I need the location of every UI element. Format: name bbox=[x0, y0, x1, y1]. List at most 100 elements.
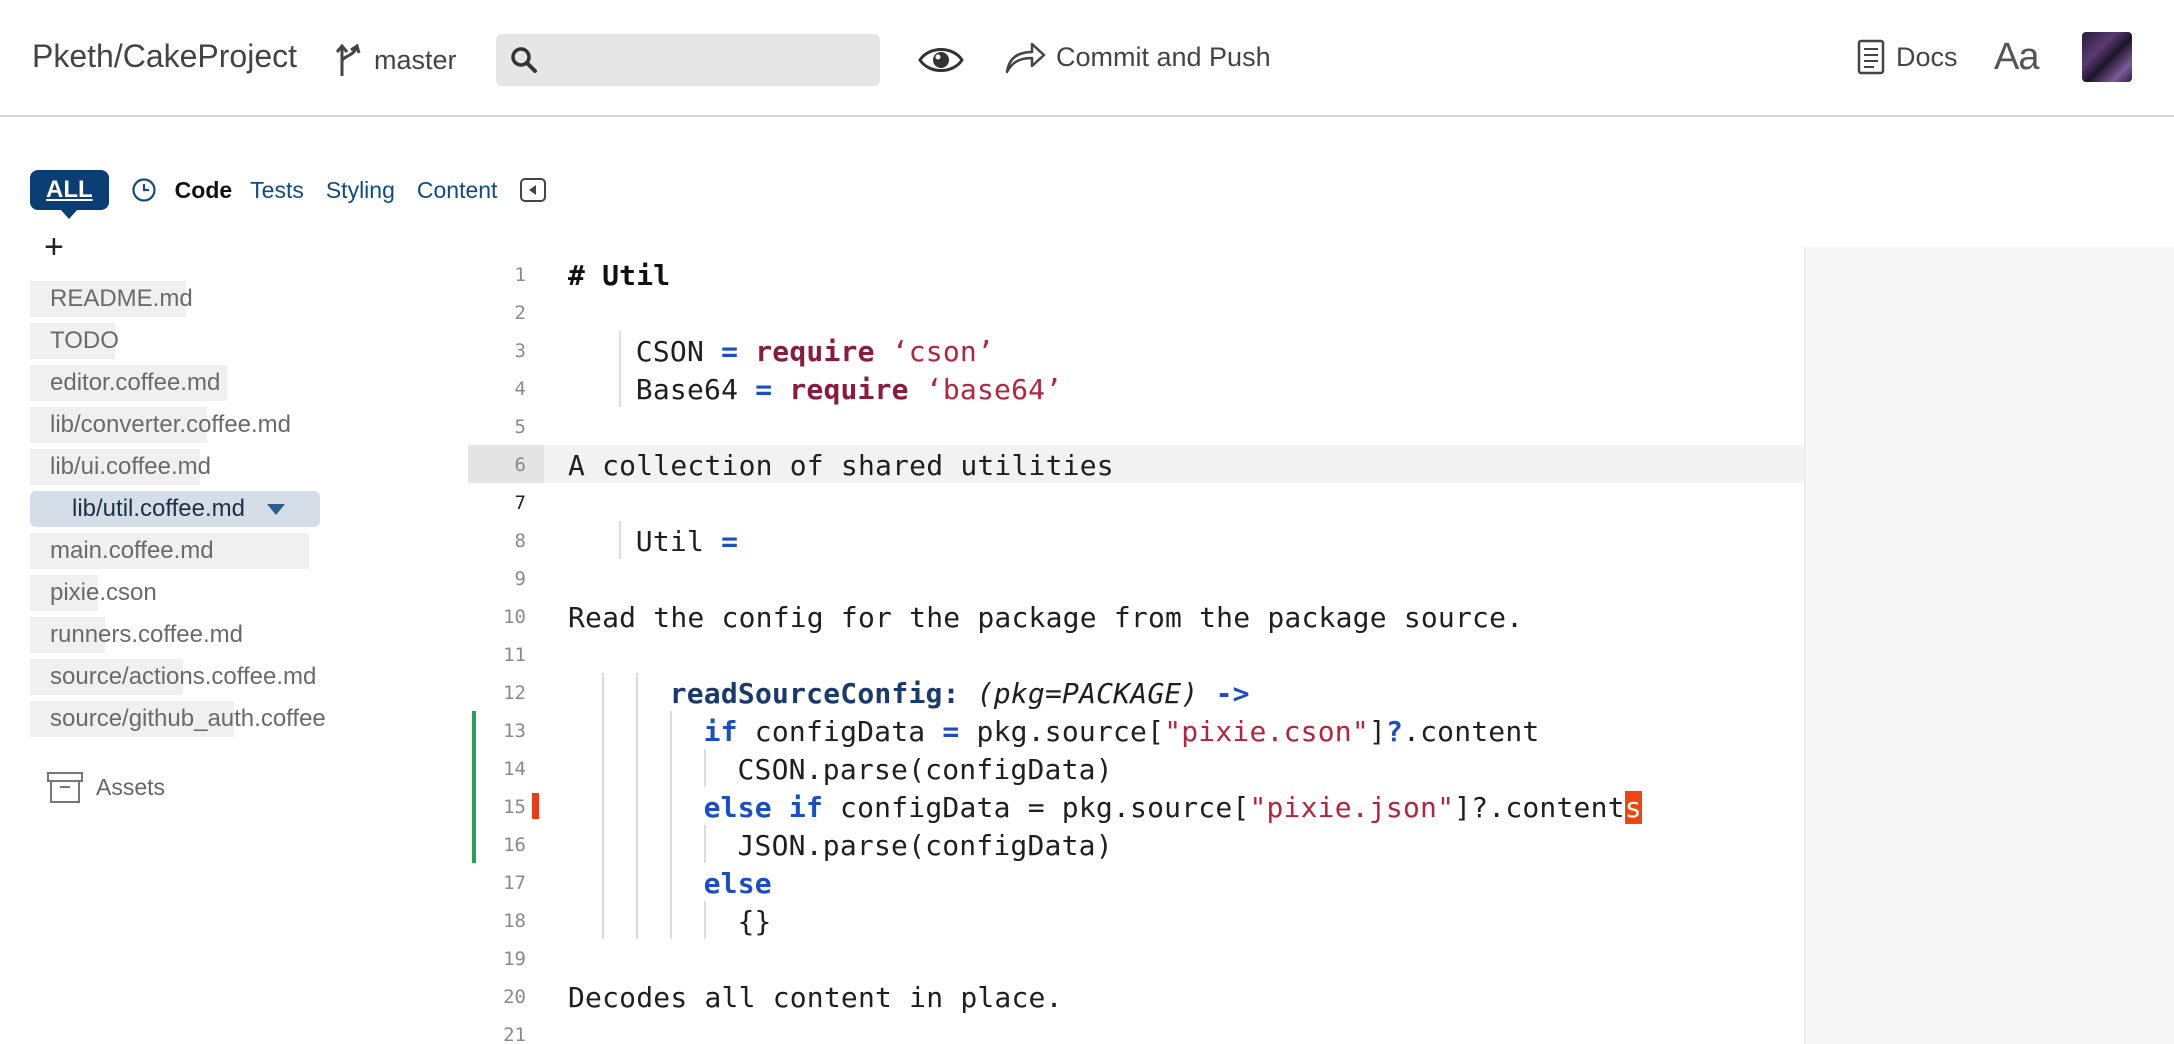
line-number: 6 bbox=[514, 454, 526, 476]
indent-guide bbox=[670, 787, 672, 825]
tab-styling[interactable]: Styling bbox=[326, 177, 395, 204]
filter-all-button[interactable]: ALL bbox=[30, 170, 109, 219]
file-name: TODO bbox=[50, 327, 119, 354]
line-gutter: 19 bbox=[468, 939, 544, 977]
line-gutter: 17 bbox=[468, 863, 544, 901]
indent-guide bbox=[670, 863, 672, 901]
repo-name[interactable]: Pketh/CakeProject bbox=[32, 38, 297, 75]
file-item[interactable]: main.coffee.md bbox=[30, 530, 390, 572]
file-list: README.md TODO editor.coffee.md lib/convert… bbox=[30, 278, 390, 740]
file-item[interactable]: lib/ui.coffee.md bbox=[30, 446, 390, 488]
commit-and-push-button[interactable]: Commit and Push bbox=[1004, 38, 1271, 76]
share-arrow-icon bbox=[1005, 42, 1046, 74]
indent-guide bbox=[670, 825, 672, 863]
file-name: source/github_auth.coffee bbox=[50, 705, 326, 732]
file-item[interactable]: editor.coffee.md bbox=[30, 362, 390, 404]
file-item[interactable]: pixie.cson bbox=[30, 572, 390, 614]
line-number: 14 bbox=[503, 758, 526, 780]
indent-guide bbox=[636, 711, 638, 749]
preview-pane bbox=[1804, 247, 2174, 1044]
line-number: 13 bbox=[503, 720, 526, 742]
indent-guide bbox=[704, 825, 706, 863]
archive-box-icon bbox=[47, 772, 83, 803]
line-gutter: 21 bbox=[468, 1015, 544, 1044]
line-number: 1 bbox=[514, 264, 526, 286]
indent-guide bbox=[602, 749, 604, 787]
file-name: main.coffee.md bbox=[50, 537, 214, 564]
code-text: Util = bbox=[635, 525, 739, 558]
indent-guide bbox=[636, 673, 638, 711]
file-item[interactable]: lib/converter.coffee.md bbox=[30, 404, 390, 446]
line-number: 15 bbox=[503, 796, 526, 818]
file-name: lib/util.coffee.md bbox=[72, 495, 245, 522]
file-name: runners.coffee.md bbox=[50, 621, 243, 648]
line-number: 11 bbox=[503, 644, 526, 666]
search-input[interactable] bbox=[548, 46, 868, 74]
file-name: lib/converter.coffee.md bbox=[50, 411, 292, 438]
code-text: CSON.parse(configData) bbox=[737, 753, 1113, 786]
eye-icon[interactable] bbox=[917, 40, 965, 80]
search-box[interactable] bbox=[496, 34, 880, 86]
line-number: 2 bbox=[514, 302, 526, 324]
branch-name: master bbox=[374, 44, 457, 75]
collapse-sidebar-icon[interactable] bbox=[519, 177, 547, 203]
line-gutter: 3 bbox=[468, 331, 544, 369]
line-gutter: 1 bbox=[468, 255, 544, 293]
assets-label: Assets bbox=[96, 773, 166, 800]
indent-guide bbox=[602, 825, 604, 863]
line-gutter: 14 bbox=[468, 749, 544, 787]
code-text: readSourceConfig: (pkg=PACKAGE) -> bbox=[669, 677, 1250, 710]
font-size-toggle[interactable]: Aa bbox=[1994, 36, 2039, 79]
code-text: A collection of shared utilities bbox=[568, 449, 1114, 482]
line-gutter: 7 bbox=[468, 483, 544, 521]
git-change-marker bbox=[472, 825, 476, 863]
indent-guide bbox=[670, 749, 672, 787]
docs-button[interactable]: Docs bbox=[1856, 38, 1958, 76]
file-name: README.md bbox=[50, 285, 193, 312]
line-gutter: 10 bbox=[468, 597, 544, 635]
avatar[interactable] bbox=[2082, 32, 2132, 82]
file-name: pixie.cson bbox=[50, 579, 157, 606]
file-item-active[interactable]: lib/util.coffee.md bbox=[30, 488, 390, 530]
tab-tests[interactable]: Tests bbox=[250, 177, 304, 204]
indent-guide bbox=[602, 787, 604, 825]
branch-selector[interactable]: master bbox=[334, 40, 457, 80]
assets-button[interactable]: Assets bbox=[46, 770, 165, 804]
line-number: 12 bbox=[503, 682, 526, 704]
caret-down-icon[interactable] bbox=[266, 503, 285, 515]
file-item[interactable]: runners.coffee.md bbox=[30, 614, 390, 656]
file-item[interactable]: source/github_auth.coffee bbox=[30, 698, 390, 740]
line-number: 8 bbox=[514, 530, 526, 552]
file-item[interactable]: source/actions.coffee.md bbox=[30, 656, 390, 698]
code-text: {} bbox=[737, 905, 772, 938]
commit-label: Commit and Push bbox=[1056, 41, 1271, 72]
tab-code[interactable]: Code bbox=[175, 177, 233, 204]
file-name: lib/ui.coffee.md bbox=[50, 453, 211, 480]
tab-content[interactable]: Content bbox=[417, 177, 498, 204]
indent-guide bbox=[602, 863, 604, 901]
file-item[interactable]: README.md bbox=[30, 278, 390, 320]
indent-guide bbox=[636, 901, 638, 939]
line-number: 3 bbox=[514, 340, 526, 362]
line-gutter: 11 bbox=[468, 635, 544, 673]
indent-guide bbox=[636, 825, 638, 863]
file-item[interactable]: TODO bbox=[30, 320, 390, 362]
error-marker bbox=[532, 793, 539, 819]
docs-label: Docs bbox=[1896, 41, 1958, 72]
add-file-button[interactable]: + bbox=[44, 230, 64, 264]
line-number: 7 bbox=[514, 492, 526, 514]
file-name: editor.coffee.md bbox=[50, 369, 221, 396]
code-text: Decodes all content in place. bbox=[568, 981, 1063, 1014]
code-text: CSON = require ‘cson’ bbox=[635, 335, 995, 368]
top-bar: Pketh/CakeProject master Commit and Push bbox=[0, 0, 2174, 117]
code-text: if configData = pkg.source["pixie.cson"]… bbox=[703, 715, 1540, 748]
line-gutter: 4 bbox=[468, 369, 544, 407]
indent-guide bbox=[636, 749, 638, 787]
line-gutter: 9 bbox=[468, 559, 544, 597]
indent-guide bbox=[636, 787, 638, 825]
code-text: JSON.parse(configData) bbox=[737, 829, 1113, 862]
line-number: 17 bbox=[503, 872, 526, 894]
line-number: 9 bbox=[514, 568, 526, 590]
clock-icon[interactable] bbox=[131, 177, 157, 203]
line-gutter: 20 bbox=[468, 977, 544, 1015]
